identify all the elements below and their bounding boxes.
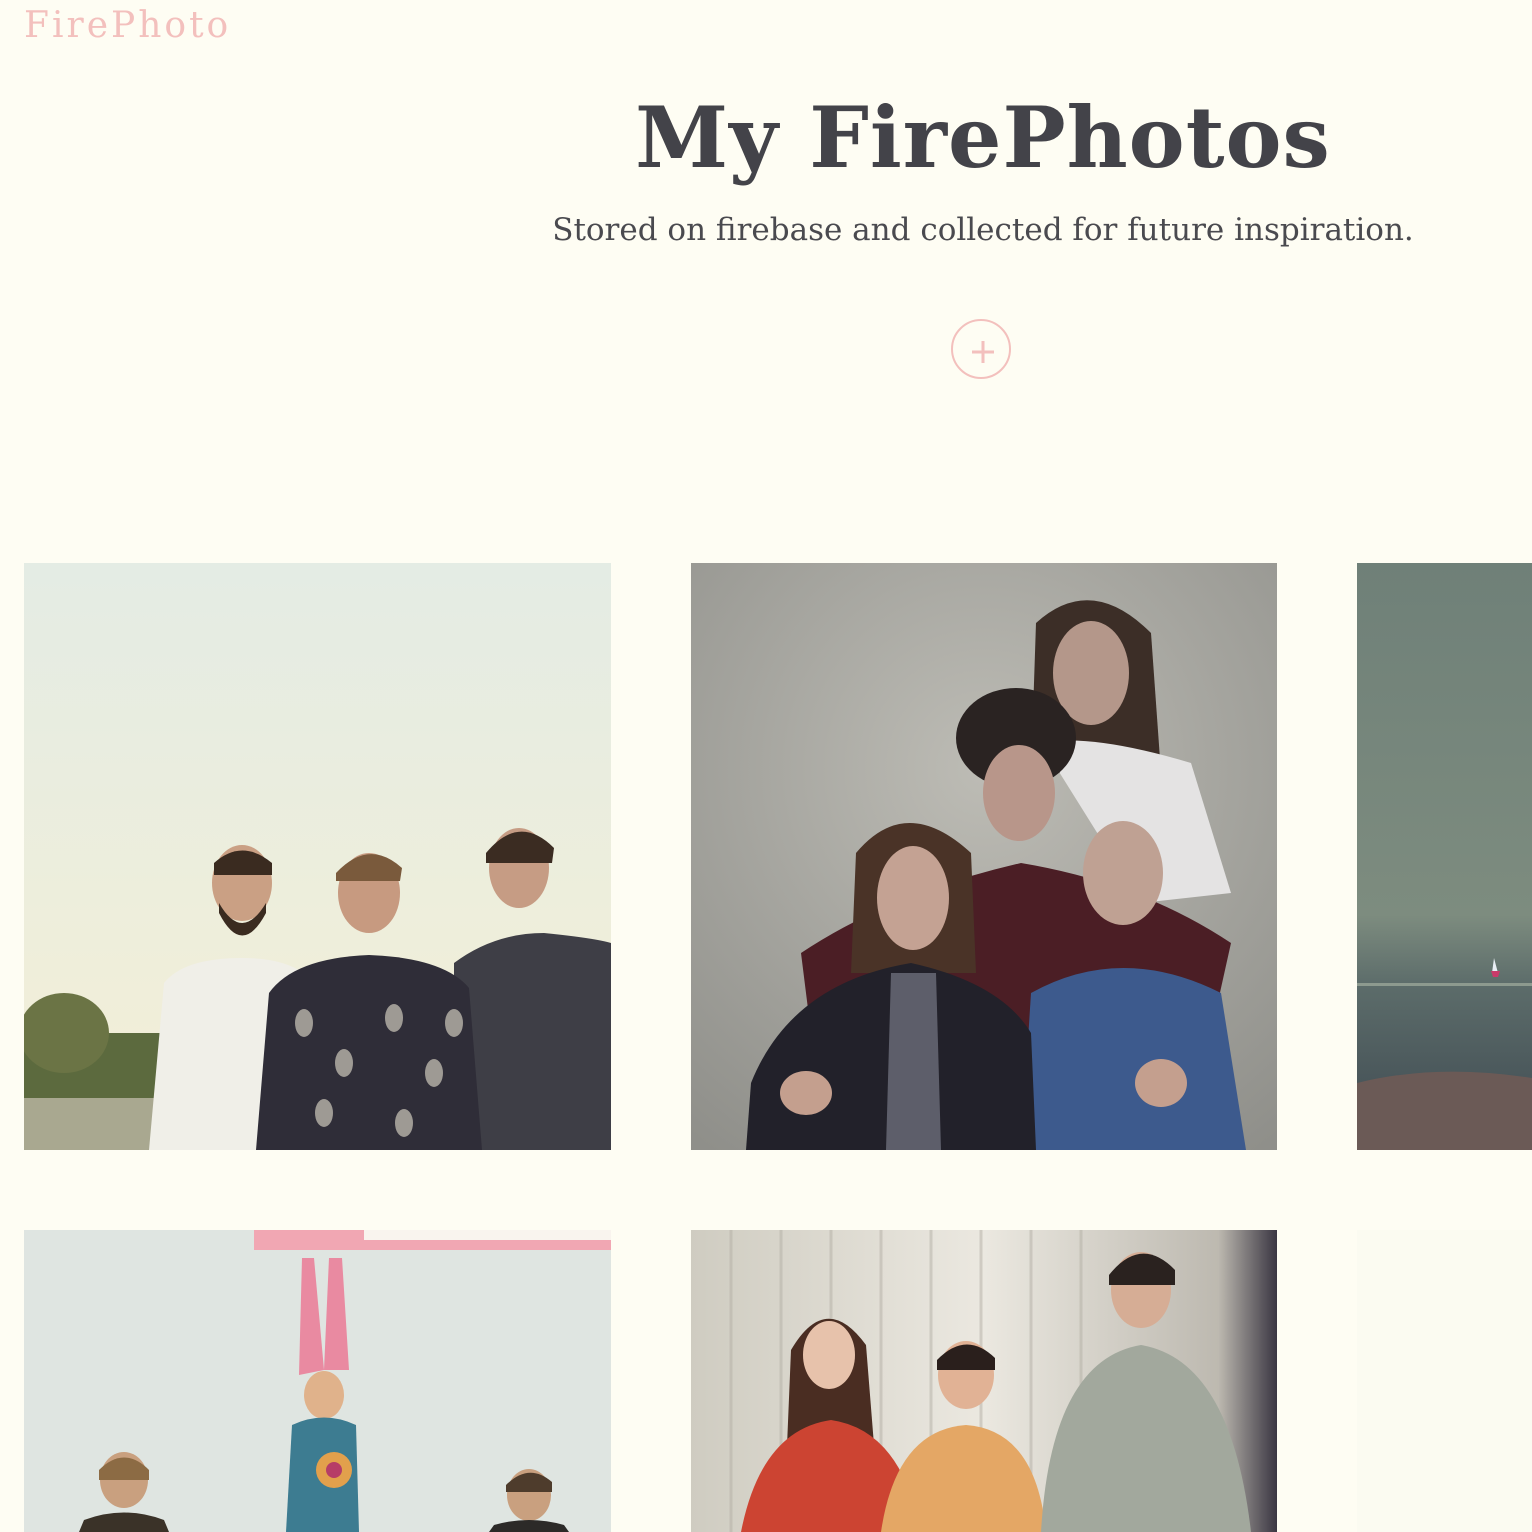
photo-card[interactable] (691, 563, 1277, 1150)
page-subtitle: Stored on firebase and collected for fut… (552, 212, 1414, 248)
photo-image (24, 1230, 611, 1532)
hero-section: My FirePhotos Stored on firebase and col… (433, 88, 1532, 250)
photo-card[interactable] (1357, 563, 1532, 1150)
photo-image (691, 1230, 1277, 1532)
photo-card[interactable] (691, 1230, 1277, 1532)
photo-image (691, 563, 1277, 1150)
photo-card[interactable] (24, 563, 611, 1150)
photo-image (24, 563, 611, 1150)
photo-card[interactable] (24, 1230, 611, 1532)
plus-icon (953, 321, 1009, 381)
page-title: My FirePhotos (635, 88, 1331, 187)
brand-logo[interactable]: FirePhoto (24, 4, 231, 48)
add-photo-button[interactable] (951, 319, 1011, 379)
photo-image (1357, 563, 1532, 1150)
photo-card[interactable] (1357, 1230, 1532, 1532)
